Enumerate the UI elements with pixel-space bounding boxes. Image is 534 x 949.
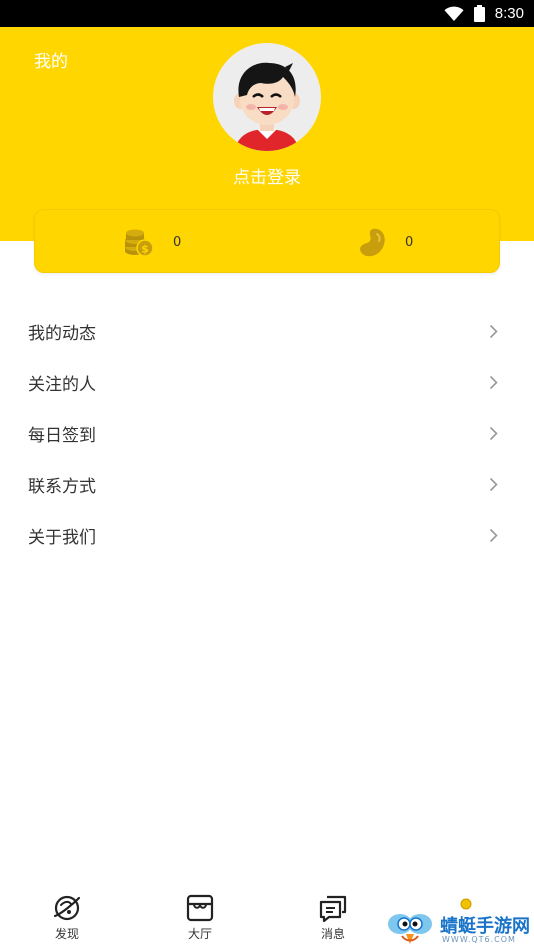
chevron-right-icon [489,375,498,390]
beans-stat[interactable]: 0 [357,224,413,260]
menu-item-about-us[interactable]: 关于我们 [0,510,534,561]
menu-list: 我的动态 关注的人 每日签到 联系方式 关于我们 [0,306,534,561]
chat-icon [319,895,347,923]
menu-item-label: 关注的人 [28,375,96,395]
dragonfly-logo-icon [388,914,432,944]
menu-item-contact[interactable]: 联系方式 [0,459,534,510]
status-time: 8:30 [494,5,524,22]
chevron-right-icon [489,528,498,543]
chevron-right-icon [489,324,498,339]
tab-lobby[interactable]: 大厅 [170,892,230,949]
coins-stat[interactable]: $ 0 [123,224,181,260]
watermark-url: WWW.QT6.COM [442,935,516,944]
watermark: 蜻蜓手游网 WWW.QT6.COM [386,898,531,948]
menu-item-label: 关于我们 [28,528,96,548]
avatar[interactable] [213,43,321,151]
coin-stack-icon: $ [125,229,154,257]
svg-text:$: $ [141,243,149,256]
beans-value: 0 [405,234,414,250]
menu-item-label: 联系方式 [28,477,96,497]
yellow-dot-icon [460,898,472,910]
wifi-icon [444,6,464,21]
menu-item-label: 我的动态 [28,324,96,344]
chevron-right-icon [489,426,498,441]
battery-icon [473,5,485,22]
tab-label: 消息 [320,927,345,941]
tab-label: 大厅 [187,927,212,941]
status-bar: 8:30 [0,0,534,27]
bean-icon [360,228,385,257]
menu-item-my-updates[interactable]: 我的动态 [0,306,534,357]
planet-icon [53,895,81,921]
menu-item-following[interactable]: 关注的人 [0,357,534,408]
store-icon [186,894,214,922]
tab-messages[interactable]: 消息 [303,892,363,949]
menu-item-label: 每日签到 [28,426,96,446]
menu-item-daily-checkin[interactable]: 每日签到 [0,408,534,459]
chevron-right-icon [489,477,498,492]
page-title: 我的 [34,52,68,72]
login-prompt[interactable]: 点击登录 [0,163,534,188]
tab-label: 发现 [54,927,79,941]
stats-card: $ 0 0 [34,209,500,273]
tab-discover[interactable]: 发现 [37,892,97,949]
coins-value: 0 [173,234,182,250]
cartoon-boy-avatar-icon [234,62,300,151]
